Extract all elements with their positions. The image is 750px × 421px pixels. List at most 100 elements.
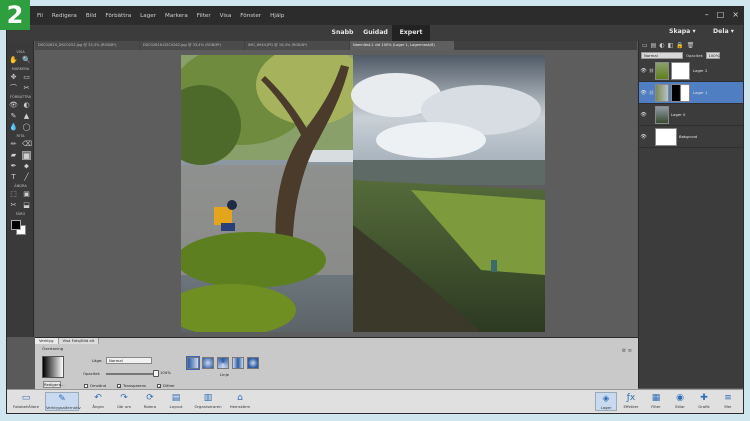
magic-wand-icon[interactable]: ✂ [22,84,31,93]
filters-button[interactable]: ▦ Filter [645,392,667,409]
doc-tab-active[interactable]: Namnlöst-1 vid 100% (Lager 1, Lagermask/… [350,41,454,50]
button-label: Verktygsalternativ [46,405,81,410]
clone-stamp-icon[interactable]: ▲ [22,112,31,121]
layout-button[interactable]: ▤ Layout [159,392,193,409]
zoom-tool-icon[interactable]: 🔍 [22,56,31,65]
red-eye-tool-icon[interactable]: 👁 [9,101,18,110]
menu-enhance[interactable]: Förbättra [105,13,131,19]
more-button[interactable]: ≡ Mer [717,392,739,409]
composite-photo[interactable] [181,55,545,332]
gradient-tool-icon[interactable]: ■ [22,151,31,160]
create-button[interactable]: Skapa ▾ [669,28,696,35]
pencil-tool-icon[interactable]: ╱ [22,173,31,182]
menu-layer[interactable]: Lager [140,13,156,19]
layers-icon: ◈ [602,394,610,404]
menu-help[interactable]: Hjälp [270,13,284,19]
layers-button[interactable]: ◈ Lager [595,392,617,411]
reflected-gradient-button[interactable] [232,357,244,369]
effects-button[interactable]: ƒx Effekter [619,392,643,409]
layer-row[interactable]: 👁 Lager 0 [639,104,743,126]
photo-bin-button[interactable]: ▭ Fotobehållare [9,392,43,409]
minimize-icon[interactable]: – [705,10,709,19]
share-button[interactable]: Dela ▾ [713,28,734,35]
doc-tab[interactable]: IMG_6944.JPG @ 16,4% (RGB/8*) [245,41,349,50]
layer-name: Lager 1 [693,90,708,95]
step-badge: 2 [0,0,30,30]
new-layer-icon[interactable]: ▭ [642,42,648,49]
diamond-gradient-button[interactable] [247,357,259,369]
straighten-tool-icon[interactable]: ⬓ [22,201,31,210]
marquee-tool-icon[interactable]: ▭ [22,73,31,82]
close-icon[interactable]: × [732,10,739,19]
tool-options-button[interactable]: ✎ Verktygsalternativ [45,392,81,411]
radial-gradient-button[interactable] [202,357,214,369]
blend-mode-select[interactable]: Normal [641,51,683,59]
menu-image[interactable]: Bild [86,13,97,19]
organizer-button[interactable]: ▥ Organiseraren [191,392,225,409]
layer-row-selected[interactable]: 👁 ⛓ Lager 1 [639,82,743,104]
smart-brush-icon[interactable]: ✎ [9,112,18,121]
layer-opacity-field[interactable]: 100% [706,51,721,59]
menu-view[interactable]: Visa [220,13,232,19]
layer-mask-icon[interactable]: ◧ [668,42,674,49]
menu-window[interactable]: Fönster [240,13,261,19]
shape-tool-icon[interactable]: ⬥ [22,162,31,171]
paint-bucket-icon[interactable]: ▰ [9,151,18,160]
menu-edit[interactable]: Redigera [52,13,77,19]
brush-tool-icon[interactable]: ✏ [9,140,18,149]
edit-gradient-button[interactable]: Redigera... [43,381,65,388]
doc-tab[interactable]: DSC02610_DSC0252.jpg @ 33,3% (RGB/8*) [35,41,139,50]
type-tool-icon[interactable]: T [9,173,18,182]
layer-mask-thumbnail[interactable] [671,83,690,102]
eye-icon[interactable]: 👁 [639,68,648,74]
home-screen-button[interactable]: ⌂ Hemskärm [223,392,257,409]
eye-icon[interactable]: 👁 [639,112,648,118]
lock-icon[interactable]: 🔒 [676,42,683,49]
spot-healing-icon[interactable]: ◐ [22,101,31,110]
move-tool-icon[interactable]: ✥ [9,73,18,82]
color-swatches [7,217,33,239]
tab-tool-options[interactable]: Verktyg [35,338,59,344]
trash-icon[interactable]: 🗑 [687,42,695,49]
content-move-icon[interactable]: ✂ [9,201,18,210]
sponge-tool-icon[interactable]: ◯ [22,123,31,132]
maximize-icon[interactable]: □ [717,10,725,19]
doc-tab[interactable]: DSC02616-DSC0262.jpg @ 33,4% (RGB/8*) [140,41,244,50]
layer-row[interactable]: 👁 ⛓ Lager 2 [639,60,743,82]
layer-row[interactable]: 👁 Bakgrund [639,126,743,148]
options-menu-icon[interactable]: ⚙ ≡ [622,348,632,354]
tab-tool-view[interactable]: Visa Foto/Bild alt [58,338,100,344]
mode-select[interactable]: Normal [106,357,152,364]
organizer-icon: ▥ [203,393,213,403]
hand-tool-icon[interactable]: ✋ [9,56,18,65]
lasso-tool-icon[interactable]: ⌒ [9,84,18,93]
menu-file[interactable]: Fil [37,13,43,19]
mode-guided[interactable]: Guidad [359,25,392,41]
recompose-tool-icon[interactable]: ▣ [22,190,31,199]
menu-filter[interactable]: Filter [197,13,211,19]
gradient-preview[interactable] [42,356,64,378]
menu-icon: ≡ [724,393,732,403]
opacity-slider-handle[interactable] [153,370,159,377]
adjustment-layer-icon[interactable]: ◐ [659,42,664,49]
linear-gradient-button[interactable] [186,356,200,370]
crop-tool-icon[interactable]: ⬚ [9,190,18,199]
new-group-icon[interactable]: ▤ [651,42,657,49]
eye-icon[interactable]: 👁 [639,134,648,140]
layer-mask-thumbnail[interactable] [671,61,690,80]
blur-tool-icon[interactable]: 💧 [9,123,18,132]
reverse-checkbox[interactable]: Omvänd [84,383,106,388]
eye-icon[interactable]: 👁 [639,90,648,96]
foreground-color-swatch[interactable] [11,220,21,230]
graphics-button[interactable]: ✚ Grafik [693,392,715,409]
styles-button[interactable]: ◉ Stilar [669,392,691,409]
eyedropper-icon[interactable]: ✒ [9,162,18,171]
opacity-slider-track[interactable] [106,373,156,375]
eraser-tool-icon[interactable]: ⌫ [22,140,32,149]
transparency-checkbox[interactable]: ✓ Transparens [117,383,146,388]
angle-gradient-button[interactable] [217,357,229,369]
mode-quick[interactable]: Snabb [326,25,359,41]
dither-checkbox[interactable]: ✓ Dither [157,383,175,388]
menu-select[interactable]: Markera [165,13,188,19]
mode-expert[interactable]: Expert [392,25,430,41]
